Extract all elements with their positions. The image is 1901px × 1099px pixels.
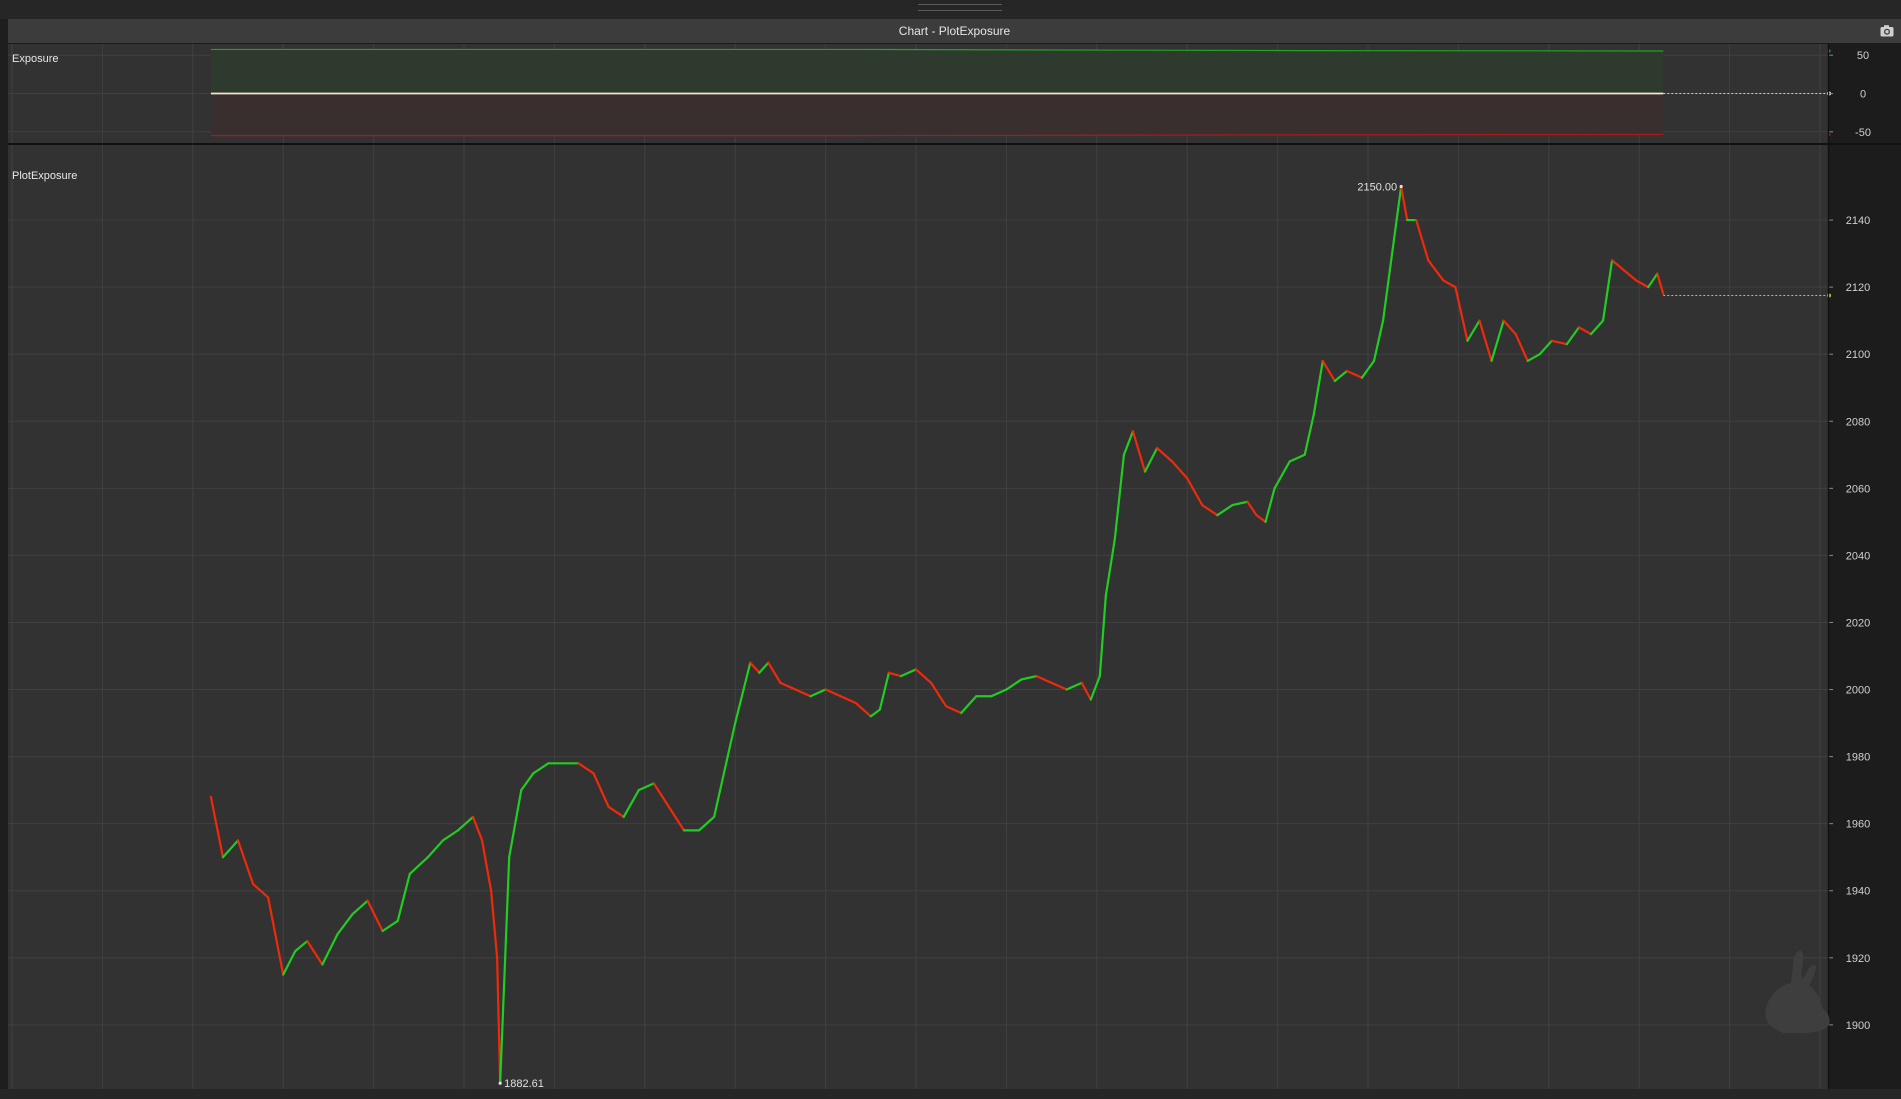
y-tick-label: 2000 <box>1846 685 1870 697</box>
high-price-label: 2150.00 <box>1357 182 1397 194</box>
window-title: Chart - PlotExposure <box>898 24 1011 38</box>
price-panel-title: PlotExposure <box>12 170 77 182</box>
camera-icon[interactable] <box>1879 23 1895 39</box>
y-tick-label: 1900 <box>1846 1020 1870 1032</box>
exposure-fills <box>210 49 1664 136</box>
exposure-panel-title: Exposure <box>12 53 58 65</box>
y-tick-label: 2120 <box>1846 282 1870 294</box>
price-panel-bg <box>8 145 1828 1089</box>
y-tick-label: 50 <box>1857 50 1869 62</box>
y-tick-label: 2080 <box>1846 416 1870 428</box>
y-tick-label: 0 <box>1860 89 1866 101</box>
y-tick-label: 2140 <box>1846 215 1870 227</box>
short-exposure-fill <box>210 93 1664 136</box>
y-tick-label: 2040 <box>1846 550 1870 562</box>
y-tick-label: 1940 <box>1846 886 1870 898</box>
long-exposure-fill <box>210 49 1664 94</box>
annotation-dot <box>1399 184 1403 189</box>
window-titlebar: Chart - PlotExposure <box>8 19 1901 44</box>
y-tick-label: 1980 <box>1846 752 1870 764</box>
y-tick-label: 2020 <box>1846 617 1870 629</box>
chart-area[interactable]: 50 0 -50 Exposure 2150.00 1882.61 2140 2120 2… <box>8 44 1901 1089</box>
y-tick-label: -50 <box>1855 127 1871 139</box>
annotation-dot <box>498 1081 502 1085</box>
y-tick-label: 2060 <box>1846 483 1870 495</box>
drag-handle[interactable] <box>918 4 1002 11</box>
y-tick-label: 1960 <box>1846 819 1870 831</box>
low-price-label: 1882.61 <box>504 1078 544 1089</box>
y-tick-label: 1920 <box>1846 953 1870 965</box>
y-axis-area <box>1829 44 1901 1089</box>
top-bar <box>0 0 1901 19</box>
bottom-strip <box>0 1089 1901 1099</box>
y-tick-label: 2100 <box>1846 349 1870 361</box>
